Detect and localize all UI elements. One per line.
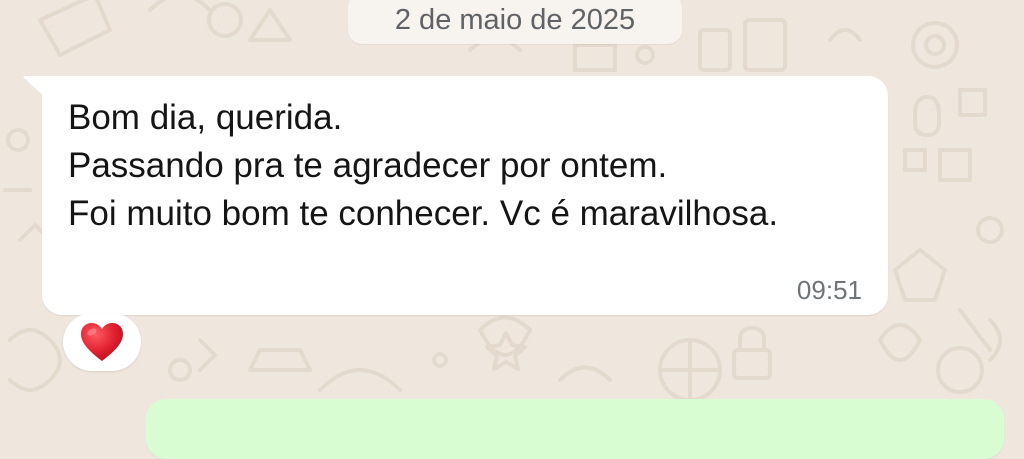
red-heart-icon: [81, 323, 123, 361]
message-text: Bom dia, querida. Passando pra te agrade…: [68, 98, 779, 233]
outgoing-message-bubble[interactable]: [146, 399, 1004, 459]
message-timestamp: 09:51: [796, 275, 862, 305]
message-reaction[interactable]: [63, 313, 141, 371]
incoming-message-bubble[interactable]: Bom dia, querida. Passando pra te agrade…: [42, 76, 888, 315]
date-separator-label: 2 de maio de 2025: [394, 3, 636, 36]
date-separator: 2 de maio de 2025: [348, 0, 682, 44]
